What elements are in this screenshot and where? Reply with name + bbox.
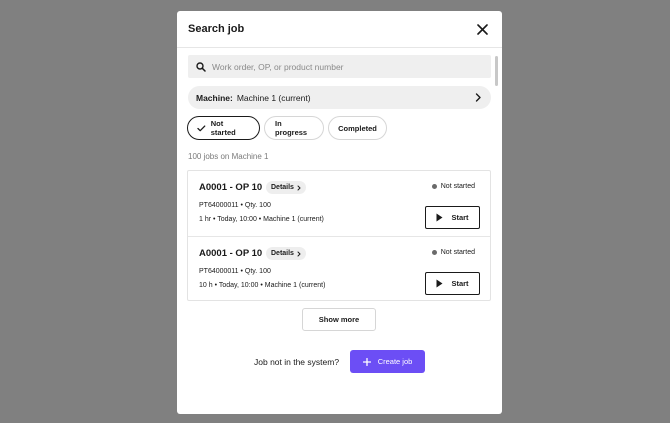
not-in-system-text: Job not in the system? [254,357,340,367]
filter-completed[interactable]: Completed [328,116,387,140]
job-schedule: 1 hr • Today, 10:00 • Machine 1 (current… [199,216,324,223]
scrollbar[interactable] [495,56,498,86]
show-more-label: Show more [318,315,360,324]
start-button[interactable]: Start [425,272,480,295]
chevron-right-icon [297,251,301,256]
dialog-header: Search job [177,11,502,48]
details-button[interactable]: Details [266,181,306,194]
filter-in-progress[interactable]: In progress [264,116,324,140]
create-job-label: Create job [377,357,413,366]
details-button[interactable]: Details [266,247,306,260]
job-title: A0001 - OP 10 [199,182,263,193]
plus-icon [362,357,371,366]
status-text: Not started [440,183,475,190]
machine-label: Machine: [196,92,233,103]
filter-not-started[interactable]: Not started [187,116,260,140]
jobs-count: 100 jobs on Machine 1 [188,152,269,161]
search-box [188,55,491,78]
job-card: A0001 - OP 10 Details Not started PT6400… [188,237,490,300]
filter-label: Completed [338,123,377,133]
details-label: Details [271,250,294,257]
play-icon [436,279,443,288]
chevron-right-icon [297,185,301,190]
status-text: Not started [440,249,475,256]
show-more-button[interactable]: Show more [302,308,376,331]
check-icon [197,124,206,131]
dialog-title: Search job [188,23,245,35]
job-list: A0001 - OP 10 Details Not started PT6400… [187,170,491,301]
create-job-button[interactable]: Create job [350,350,425,373]
machine-value: Machine 1 (current) [236,92,311,103]
close-icon [476,23,488,35]
filter-label: In progress [275,119,308,137]
start-button[interactable]: Start [425,206,480,229]
chevron-right-icon [475,93,481,102]
status-filters: Not started In progress Completed [187,116,387,140]
status-dot [431,250,437,255]
job-title: A0001 - OP 10 [199,248,263,259]
job-product-qty: PT64000011 • Qty. 100 [199,202,271,209]
job-card: A0001 - OP 10 Details Not started PT6400… [188,171,490,237]
search-icon [196,61,206,72]
play-icon [436,213,443,222]
status-badge: Not started [431,183,475,190]
close-button[interactable] [474,21,490,37]
job-schedule: 10 h • Today, 10:00 • Machine 1 (current… [199,282,326,289]
status-dot [431,184,437,189]
search-job-dialog: Search job Machine: Machine 1 (current) … [177,11,502,414]
filter-label: Not started [210,119,236,137]
status-badge: Not started [431,249,475,256]
start-label: Start [451,213,469,222]
details-label: Details [271,184,294,191]
start-label: Start [451,279,469,288]
machine-selector[interactable]: Machine: Machine 1 (current) [188,86,491,109]
search-input[interactable] [212,61,472,72]
job-product-qty: PT64000011 • Qty. 100 [199,268,271,275]
